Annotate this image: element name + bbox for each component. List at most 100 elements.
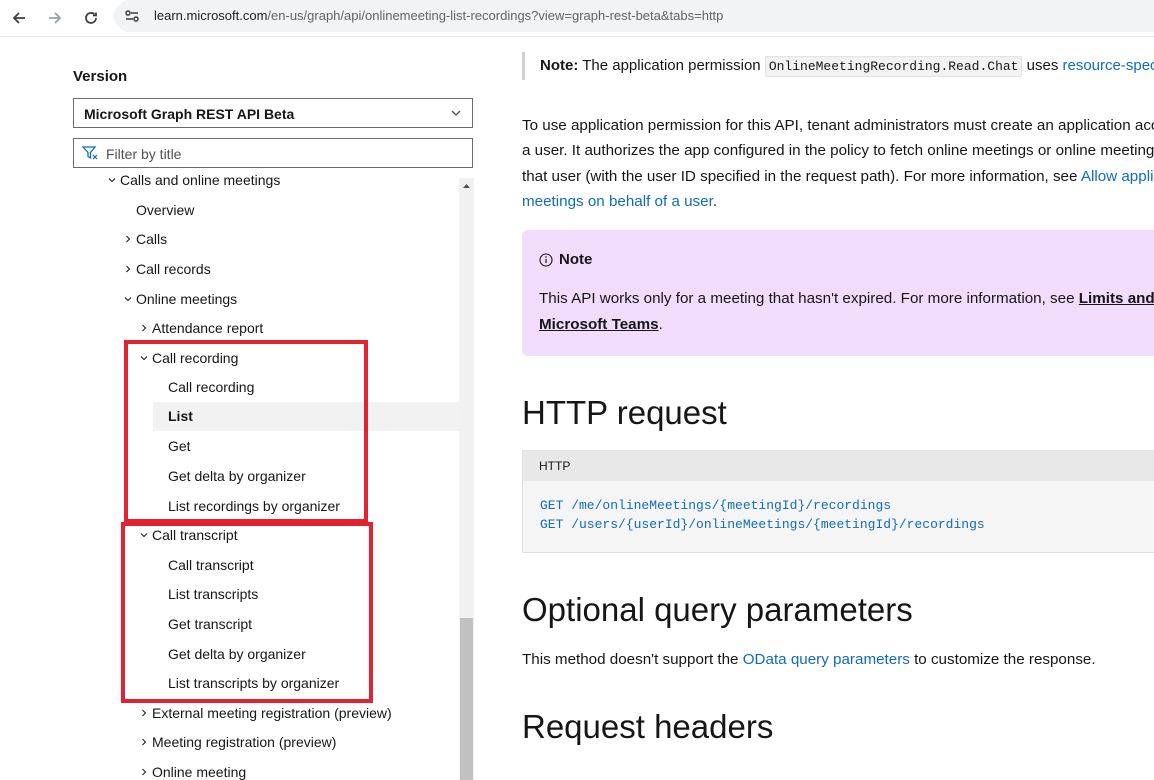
toc-item-overview[interactable]: Overview — [73, 196, 459, 225]
http-request-heading: HTTP request — [522, 394, 727, 431]
version-value: Microsoft Graph REST API Beta — [84, 106, 295, 122]
version-label: Version — [73, 68, 128, 85]
toc-item-label: Get delta by organizer — [168, 646, 306, 662]
code-language: HTTP — [539, 459, 571, 473]
toc-item-online-meetings[interactable]: Online meetings — [73, 285, 459, 314]
toc-item-call-recording-group[interactable]: Call recording — [73, 344, 459, 373]
toc-item-meeting-registration[interactable]: Meeting registration (preview) — [73, 728, 459, 757]
forward-button[interactable] — [43, 6, 67, 30]
toc-item-label: List recordings by organizer — [168, 498, 340, 514]
rsc-link[interactable]: resource-specific consent — [1063, 57, 1154, 74]
toc-item-get[interactable]: Get — [73, 432, 459, 461]
toc-item-call-records[interactable]: Call records — [73, 255, 459, 284]
chevron-right-icon — [126, 265, 131, 273]
chevron-right-icon — [142, 324, 147, 332]
paragraph-line: To use application permission for this A… — [522, 117, 1154, 134]
chevron-right-icon — [126, 235, 131, 243]
chevron-down-icon — [140, 356, 148, 361]
filter-icon — [82, 146, 98, 160]
paragraph-text: to customize the response. — [909, 651, 1096, 668]
toc-item-label: Call recording — [168, 379, 255, 395]
browser-toolbar: learn.microsoft.com/en-us/graph/api/onli… — [0, 0, 1154, 37]
paragraph-text: This method doesn't support the — [522, 651, 743, 668]
paragraph-text: . — [712, 193, 718, 210]
chevron-down-icon — [140, 533, 148, 538]
toc-item-get-delta-recordings[interactable]: Get delta by organizer — [73, 462, 459, 491]
optional-query-heading: Optional query parameters — [522, 591, 913, 628]
toc-item-calls[interactable]: Calls — [73, 225, 459, 254]
toc-item-get-transcript[interactable]: Get transcript — [73, 610, 459, 639]
allow-apps-link-cont[interactable]: meetings on behalf of a user — [522, 193, 713, 210]
paragraph-line: that user (with the user ID specified in… — [522, 164, 1154, 190]
toc-item-get-delta-transcripts[interactable]: Get delta by organizer — [73, 640, 459, 669]
toc-item-label: List transcripts — [168, 586, 259, 602]
toc-item-calls-and-online-meetings[interactable]: Calls and online meetings — [73, 170, 459, 195]
note-text: The application permission — [578, 57, 765, 74]
chevron-right-icon — [142, 768, 147, 776]
toc-item-label: Get — [168, 438, 191, 454]
toc-item-call-recording[interactable]: Call recording — [73, 373, 459, 402]
toc-item-label: Call transcript — [168, 557, 254, 573]
toc-item-list-transcripts[interactable]: List transcripts — [73, 580, 459, 609]
toc-item-label: Call transcript — [152, 527, 238, 543]
toc-item-external-meeting-registration[interactable]: External meeting registration (preview) — [73, 699, 459, 728]
reload-icon — [85, 12, 97, 24]
chevron-right-icon — [142, 738, 147, 746]
toc-item-online-meeting[interactable]: Online meeting — [73, 758, 459, 780]
filter-box — [73, 138, 473, 168]
toc-item-list-transcripts-by-organizer[interactable]: List transcripts by organizer — [73, 669, 459, 698]
toc-item-label: Calls and online meetings — [120, 172, 281, 188]
scrollbar-thumb[interactable] — [460, 618, 473, 780]
toc-item-call-transcript[interactable]: Call transcript — [73, 551, 459, 580]
permission-code: OnlineMeetingRecording.Read.Chat — [764, 56, 1023, 77]
address-bar[interactable]: learn.microsoft.com/en-us/graph/api/onli… — [114, 0, 1154, 32]
note-title: Note — [559, 251, 593, 268]
http-code-block: HTTP GET /me/onlineMeetings/{meetingId}/… — [522, 450, 1154, 553]
toc-item-label: Calls — [136, 231, 168, 247]
toc-item-label: Get delta by organizer — [168, 468, 306, 484]
toc-item-list-recordings-by-organizer[interactable]: List recordings by organizer — [73, 492, 459, 521]
url-host: learn.microsoft.com — [154, 8, 268, 23]
info-icon — [539, 253, 553, 267]
paragraph-line: a user. It authorizes the app configured… — [522, 142, 1154, 159]
arrow-left-icon — [12, 12, 25, 24]
code-header: HTTP — [523, 451, 1154, 481]
odata-link[interactable]: OData query parameters — [743, 651, 910, 668]
version-dropdown[interactable]: Microsoft Graph REST API Beta — [73, 98, 473, 128]
toc-item-label: List — [168, 408, 193, 424]
toc-item-label: Online meetings — [136, 291, 238, 307]
table-of-contents: Calls and online meetings Overview Calls… — [73, 170, 459, 780]
request-headers-heading: Request headers — [522, 708, 774, 745]
arrow-right-icon — [49, 12, 62, 24]
toc-item-list-selected[interactable]: List — [153, 402, 459, 431]
toc-item-label: Attendance report — [152, 320, 264, 336]
chevron-right-icon — [142, 709, 147, 717]
toc-item-label: List transcripts by organizer — [168, 675, 340, 691]
back-button[interactable] — [7, 6, 31, 30]
permission-note: Note: The application permission OnlineM… — [522, 52, 1154, 80]
toc-item-label: Call records — [136, 261, 211, 277]
filter-input[interactable] — [104, 143, 468, 165]
sidebar-scrollbar[interactable] — [459, 178, 474, 780]
note-label: Note: — [540, 57, 579, 74]
url-text: learn.microsoft.com/en-us/graph/api/onli… — [154, 8, 723, 23]
scroll-up-arrow-icon[interactable] — [459, 180, 474, 192]
permission-note-text: Note: The application permission OnlineM… — [540, 56, 1154, 77]
allow-apps-link[interactable]: Allow applications to access online — [1081, 168, 1154, 185]
chevron-down-icon — [451, 110, 461, 116]
chevron-down-icon — [124, 297, 132, 302]
paragraph-text: that user (with the user ID specified in… — [522, 168, 1081, 185]
note-body-line: This API works only for a meeting that h… — [539, 290, 1154, 307]
toc-item-attendance-report[interactable]: Attendance report — [73, 314, 459, 343]
code-line: GET /me/onlineMeetings/{meetingId}/recor… — [540, 498, 892, 513]
toc-item-label: Overview — [136, 202, 195, 218]
reload-button[interactable] — [79, 6, 103, 30]
note-body-text: This API works only for a meeting that h… — [539, 290, 1079, 307]
limits-link[interactable]: Limits and specifications for — [1079, 290, 1154, 307]
note-body-text: . — [658, 316, 663, 333]
main-content: Note: The application permission OnlineM… — [522, 40, 1154, 780]
toc-item-call-transcript-group[interactable]: Call transcript — [73, 521, 459, 550]
teams-link[interactable]: Microsoft Teams — [539, 316, 659, 333]
site-settings-icon[interactable] — [124, 9, 140, 23]
toc-item-label: Online meeting — [152, 764, 247, 780]
